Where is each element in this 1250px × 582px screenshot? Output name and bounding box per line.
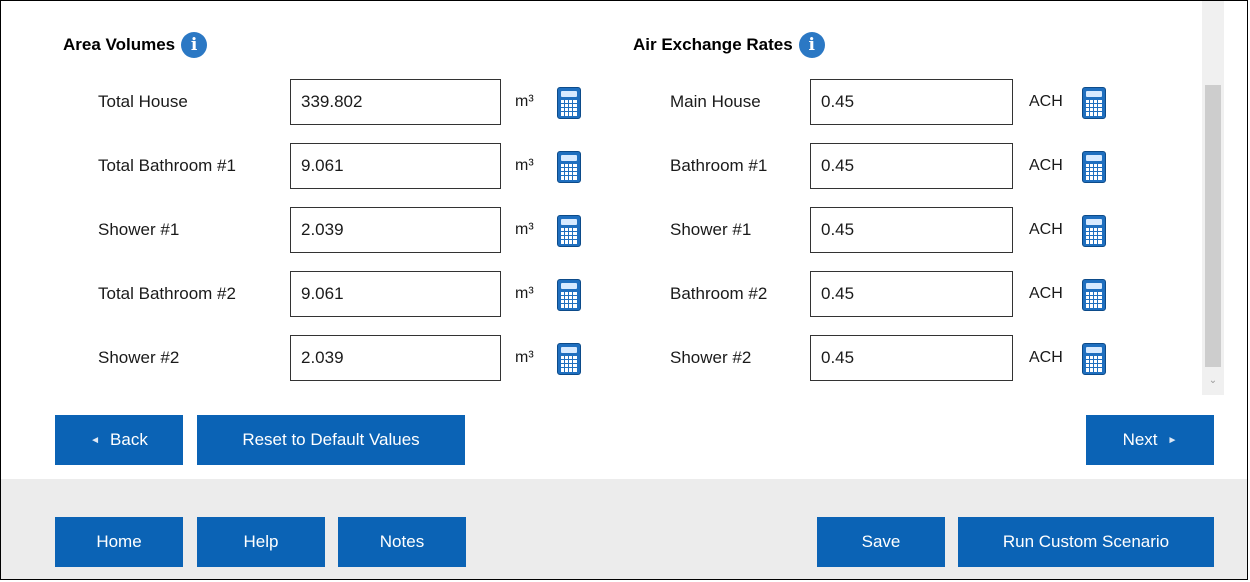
calculator-icon[interactable]	[557, 151, 581, 183]
main-house-ach-input[interactable]	[810, 79, 1013, 125]
reset-defaults-button[interactable]: Reset to Default Values	[197, 415, 465, 465]
row-label-bathroom-1: Bathroom #1	[670, 156, 768, 175]
calculator-icon[interactable]	[1082, 87, 1106, 119]
calculator-icon[interactable]	[557, 87, 581, 119]
area-volumes-heading: Area Volumes i	[63, 31, 208, 59]
back-arrow-icon: ◄	[90, 434, 101, 446]
row-label-bathroom-2: Bathroom #2	[670, 284, 768, 303]
app-window: Area Volumes i Total House m³ Total Bath…	[0, 0, 1248, 580]
scrollbar-thumb[interactable]	[1205, 85, 1221, 367]
calculator-icon[interactable]	[557, 279, 581, 311]
bathroom-2-ach-input[interactable]	[810, 271, 1013, 317]
save-button[interactable]: Save	[817, 517, 945, 567]
unit-label: m³	[515, 349, 534, 366]
calculator-icon[interactable]	[1082, 215, 1106, 247]
row-label-total-bathroom-2: Total Bathroom #2	[98, 284, 236, 303]
calculator-icon[interactable]	[557, 343, 581, 375]
home-button[interactable]: Home	[55, 517, 183, 567]
shower-2-ach-input[interactable]	[810, 335, 1013, 381]
next-arrow-icon: ►	[1167, 434, 1178, 446]
air-exchange-rates-heading: Air Exchange Rates i	[633, 31, 825, 59]
help-button[interactable]: Help	[197, 517, 325, 567]
back-button-label: Back	[110, 430, 148, 449]
area-volumes-info-icon[interactable]: i	[181, 32, 208, 58]
back-button[interactable]: ◄ Back	[55, 415, 183, 465]
row-label-total-house: Total House	[98, 92, 188, 111]
unit-label: m³	[515, 157, 534, 174]
unit-label: m³	[515, 221, 534, 238]
row-label-main-house: Main House	[670, 92, 761, 111]
scroll-down-arrow-icon[interactable]: ⌄	[1202, 373, 1224, 389]
unit-label: ACH	[1029, 285, 1063, 302]
unit-label: ACH	[1029, 93, 1063, 110]
shower-1-ach-input[interactable]	[810, 207, 1013, 253]
row-label-shower-1: Shower #1	[98, 220, 180, 239]
next-button[interactable]: Next ►	[1086, 415, 1214, 465]
unit-label: m³	[515, 93, 534, 110]
calculator-icon[interactable]	[1082, 151, 1106, 183]
unit-label: m³	[515, 285, 534, 302]
calculator-icon[interactable]	[557, 215, 581, 247]
row-label-total-bathroom-1: Total Bathroom #1	[98, 156, 236, 175]
calculator-icon[interactable]	[1082, 343, 1106, 375]
total-house-volume-input[interactable]	[290, 79, 501, 125]
reset-button-label: Reset to Default Values	[242, 430, 420, 449]
shower-1-volume-input[interactable]	[290, 207, 501, 253]
notes-button[interactable]: Notes	[338, 517, 466, 567]
row-label-shower-2: Shower #2	[98, 348, 180, 367]
next-button-label: Next	[1122, 430, 1158, 449]
unit-label: ACH	[1029, 221, 1063, 238]
row-label-shower-2: Shower #2	[670, 348, 752, 367]
calculator-icon[interactable]	[1082, 279, 1106, 311]
unit-label: ACH	[1029, 157, 1063, 174]
total-bathroom-1-volume-input[interactable]	[290, 143, 501, 189]
total-bathroom-2-volume-input[interactable]	[290, 271, 501, 317]
row-label-shower-1: Shower #1	[670, 220, 752, 239]
air-exchange-info-icon[interactable]: i	[798, 32, 825, 58]
shower-2-volume-input[interactable]	[290, 335, 501, 381]
vertical-scrollbar[interactable]: ⌄	[1202, 1, 1224, 395]
scroll-content-area: Area Volumes i Total House m³ Total Bath…	[1, 1, 1247, 479]
unit-label: ACH	[1029, 349, 1063, 366]
bathroom-1-ach-input[interactable]	[810, 143, 1013, 189]
footer-bar: Home Help Notes Save Run Custom Scenario	[1, 479, 1247, 579]
run-custom-scenario-button[interactable]: Run Custom Scenario	[958, 517, 1214, 567]
